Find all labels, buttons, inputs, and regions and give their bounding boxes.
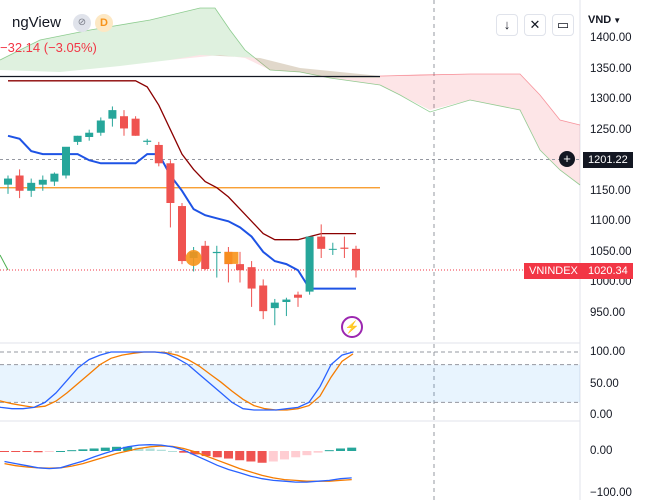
price-tick-label: 1300.00 <box>590 93 632 106</box>
macd-histogram-bar <box>224 451 233 459</box>
macd-histogram-bar <box>280 451 289 460</box>
macd-histogram-bar <box>56 451 65 452</box>
price-tick-label: 1350.00 <box>590 62 632 75</box>
candle-body <box>50 173 59 182</box>
macd-histogram-bar <box>0 451 9 452</box>
candle-body <box>259 285 268 312</box>
cloud-red <box>170 55 580 185</box>
macd-histogram-bar <box>33 451 43 453</box>
macd-histogram-bar <box>336 448 345 451</box>
candle-body <box>201 245 210 269</box>
price-tick-label: 1400.00 <box>590 32 632 44</box>
candle-body <box>352 248 360 271</box>
arrow-down-icon[interactable]: ↓ <box>496 14 518 36</box>
macd-line <box>4 444 352 483</box>
currency-label: VND <box>588 14 612 26</box>
candle-body <box>178 206 186 262</box>
candle-body <box>282 299 291 302</box>
macd-histogram-bar <box>67 450 77 452</box>
lagging-span-line <box>0 254 9 271</box>
macd-histogram-bar <box>100 447 110 451</box>
price-change: −32.14 (−3.05%) <box>0 40 97 55</box>
macd-histogram-bar <box>212 451 222 458</box>
chart-canvas[interactable] <box>0 0 645 500</box>
macd-histogram-bar <box>324 450 334 452</box>
macd-histogram-bar <box>89 448 99 451</box>
expand-icon[interactable]: ✕ <box>524 14 546 36</box>
pattern-marker <box>224 251 239 264</box>
stochastic-tick-label: 50.00 <box>590 377 619 390</box>
candle-body <box>328 248 337 250</box>
last-price-symbol: VNINDEX <box>524 263 583 279</box>
macd-histogram-bar <box>257 451 267 463</box>
last-price-value: 1020.34 <box>583 263 633 279</box>
macd-histogram-bar <box>11 451 21 452</box>
fullscreen-icon[interactable]: ▭ <box>552 14 574 36</box>
stochastic-tick-label: 0.00 <box>590 409 613 421</box>
candle-body <box>120 116 128 129</box>
candle-body <box>340 247 349 249</box>
candle-body <box>143 140 152 142</box>
currency-selector[interactable]: VND ▼ <box>588 14 621 26</box>
pattern-marker <box>185 250 202 266</box>
candle-body <box>236 264 244 271</box>
candle-body <box>15 175 24 191</box>
macd-histogram-bar <box>291 451 301 458</box>
macd-histogram-bar <box>156 449 166 451</box>
candle-body <box>154 144 163 164</box>
price-tick-label: 1050.00 <box>590 245 632 258</box>
price-tick-label: 1100.00 <box>590 215 631 228</box>
candle-body <box>305 236 314 292</box>
candle-body <box>62 146 70 176</box>
market-closed-badge[interactable]: ⊘ <box>73 14 91 32</box>
macd-histogram-bar <box>168 451 177 452</box>
candle-body <box>270 302 279 309</box>
candle-body <box>27 182 36 191</box>
macd-tick-label: −100.00 <box>590 487 632 499</box>
stochastic-tick-label: 100.00 <box>590 346 626 358</box>
candle-body <box>4 178 12 185</box>
price-tick-label: 1250.00 <box>590 123 632 136</box>
macd-histogram-bar <box>347 447 357 451</box>
macd-histogram-bar <box>44 451 54 452</box>
candle-body <box>85 132 94 137</box>
candle-body <box>166 163 175 203</box>
macd-histogram-bar <box>145 448 155 451</box>
candle-body <box>294 294 302 298</box>
candle-body <box>108 110 117 119</box>
candle-body <box>131 118 140 136</box>
chevron-down-icon: ▼ <box>613 16 622 25</box>
candle-body <box>38 179 47 185</box>
candle-body <box>96 120 105 133</box>
candle-body <box>73 135 82 142</box>
symbol-title: ngView <box>12 14 61 31</box>
macd-histogram-bar <box>313 451 323 453</box>
stochastic-band <box>0 364 580 403</box>
candle-body <box>212 251 221 254</box>
lightning-icon[interactable]: ⚡ <box>341 316 363 338</box>
candle-body <box>247 267 256 289</box>
candle-body <box>317 236 326 249</box>
macd-histogram-bar <box>268 451 278 462</box>
macd-histogram-bar <box>302 451 312 456</box>
price-tick-label: 1150.00 <box>590 184 631 197</box>
macd-histogram-bar <box>22 451 32 452</box>
macd-histogram-bar <box>235 451 245 461</box>
crosshair-price-label: 1201.22 <box>583 152 633 168</box>
add-alert-icon[interactable]: + <box>559 151 575 167</box>
delayed-data-badge[interactable]: D <box>95 14 113 32</box>
macd-tick-label: 0.00 <box>590 445 613 457</box>
macd-histogram-bar <box>78 449 88 451</box>
price-tick-label: 950.00 <box>590 307 626 319</box>
macd-histogram-bar <box>246 451 256 462</box>
